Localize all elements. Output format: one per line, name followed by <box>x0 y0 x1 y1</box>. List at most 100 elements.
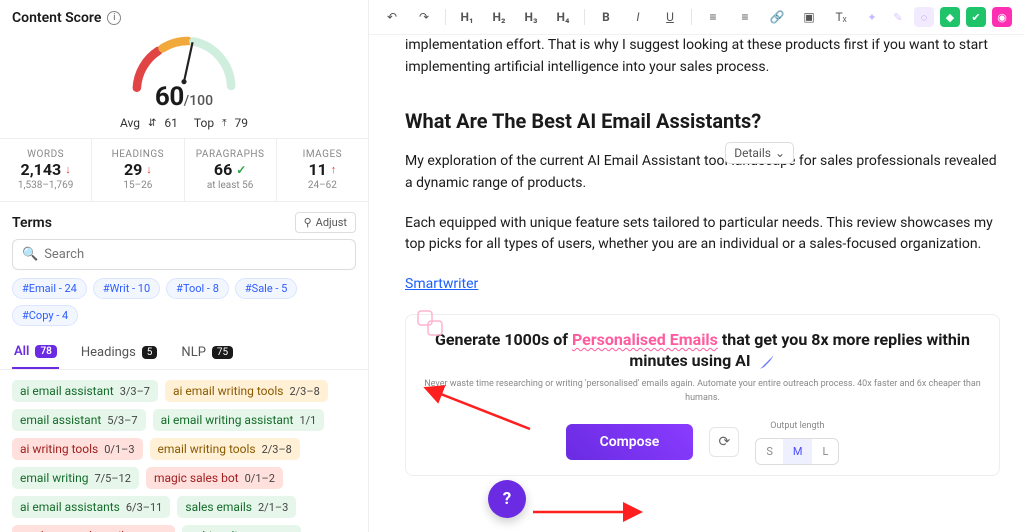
paragraph[interactable]: My exploration of the current AI Email A… <box>405 151 1000 194</box>
term-count: 2/3–8 <box>289 385 319 398</box>
ai-wand-icon[interactable]: ✎ <box>888 7 908 27</box>
ai-diamond-icon[interactable]: ◆ <box>940 7 960 27</box>
top-label: Top <box>194 116 214 130</box>
stat-range: 1,538–1,769 <box>4 180 87 191</box>
stat-cell: WORDS 2,143↓ 1,538–1,769 <box>0 139 92 201</box>
stat-value: 66 <box>214 160 232 179</box>
score-value: 60 <box>155 82 184 112</box>
h2-button[interactable]: H₂ <box>488 6 510 28</box>
decorative-squares-icon <box>416 309 446 339</box>
reload-button[interactable]: ⟳ <box>709 427 739 457</box>
avg-value: 61 <box>164 116 178 130</box>
link-smartwriter[interactable]: Smartwriter <box>405 276 478 292</box>
tab-badge: 78 <box>35 345 56 358</box>
term-chip[interactable]: ai email assistant3/3–7 <box>12 380 158 402</box>
ai-avatar-icon[interactable]: ◉ <box>992 7 1012 27</box>
unordered-list-button[interactable]: ≡ <box>734 6 756 28</box>
term-text: ai email assistants <box>20 500 120 514</box>
term-count: 0/1–3 <box>104 443 134 456</box>
bold-button[interactable]: B <box>595 6 617 28</box>
output-length-label: Output length <box>770 420 824 434</box>
term-text: ai email assistant <box>20 384 114 398</box>
paragraph[interactable]: Each equipped with unique feature sets t… <box>405 213 1000 256</box>
search-input-wrap[interactable]: 🔍 <box>12 239 356 270</box>
ai-sparkle-icon[interactable]: ✦ <box>862 7 882 27</box>
stat-arrow-icon: ↑ <box>331 163 337 176</box>
search-input[interactable] <box>44 247 346 262</box>
clear-format-button[interactable]: Tₓ <box>830 6 852 28</box>
term-count: 1/1 <box>299 414 316 427</box>
h3-button[interactable]: H₃ <box>520 6 542 28</box>
adjust-button[interactable]: ⚲Adjust <box>295 212 356 233</box>
term-chip[interactable]: magic sales bot0/1–2 <box>146 467 283 489</box>
paragraph[interactable]: implementation effort. That is why I sug… <box>405 35 1000 78</box>
ai-circle-icon[interactable]: ◌ <box>914 7 934 27</box>
heading-2[interactable]: What Are The Best AI Email Assistants? <box>405 106 1000 137</box>
filter-pill[interactable]: #Sale - 5 <box>235 278 297 299</box>
filter-pill[interactable]: #Copy - 4 <box>12 305 78 326</box>
term-chip[interactable]: ai email writing assistant 1/1 <box>153 409 325 431</box>
term-text: ai writing tools <box>20 442 98 456</box>
sw-title-highlight: Personalised Emails <box>572 330 718 349</box>
ai-shield-icon[interactable]: ✔ <box>966 7 986 27</box>
h1-button[interactable]: H₁ <box>456 6 478 28</box>
tab-all[interactable]: All78 <box>12 336 59 369</box>
image-button[interactable]: ▣ <box>798 6 820 28</box>
term-text: ai email writing assistant <box>161 413 294 427</box>
redo-button[interactable]: ↷ <box>413 6 435 28</box>
term-chip[interactable]: ai email writing tools2/3–8 <box>165 380 328 402</box>
output-length-seg: S M L <box>755 438 839 465</box>
filter-pill[interactable]: #Email - 24 <box>12 278 87 299</box>
term-chip[interactable]: ready to send emails0/1–3 <box>12 525 175 532</box>
italic-button[interactable]: I <box>627 6 649 28</box>
stat-range: at least 56 <box>189 180 272 191</box>
term-chip[interactable]: subject lines2/2–5 <box>182 525 301 532</box>
compose-button[interactable]: Compose <box>566 424 694 460</box>
underline-button[interactable]: U <box>659 6 681 28</box>
term-chip[interactable]: email writing7/5–12 <box>12 467 139 489</box>
avg-label: Avg <box>120 116 140 130</box>
term-text: email writing <box>20 471 88 485</box>
feather-icon <box>758 353 776 371</box>
stat-range: 15–26 <box>96 180 179 191</box>
stat-value: 11 <box>308 160 326 179</box>
search-icon: 🔍 <box>22 247 38 262</box>
tab-headings[interactable]: Headings5 <box>79 337 160 368</box>
sw-title-1: Generate 1000s of <box>435 330 572 349</box>
term-chip[interactable]: email writing tools2/3–8 <box>150 438 300 460</box>
tab-nlp[interactable]: NLP75 <box>179 337 235 368</box>
editor-content[interactable]: implementation effort. That is why I sug… <box>369 35 1024 532</box>
stat-cell: IMAGES 11↑ 24–62 <box>277 139 368 201</box>
stat-cell: HEADINGS 29↓ 15–26 <box>92 139 184 201</box>
term-chip[interactable]: email assistant5/3–7 <box>12 409 146 431</box>
content-score-title: Content Score <box>12 10 101 26</box>
term-chip[interactable]: ai writing tools 0/1–3 <box>12 438 143 460</box>
help-fab[interactable]: ? <box>488 480 526 518</box>
term-chip[interactable]: sales emails2/1–3 <box>177 496 296 518</box>
term-text: email writing tools <box>158 442 256 456</box>
ordered-list-button[interactable]: ≡ <box>702 6 724 28</box>
info-icon[interactable]: i <box>107 11 121 25</box>
undo-button[interactable]: ↶ <box>381 6 403 28</box>
top-value: 79 <box>235 116 249 130</box>
filter-pill[interactable]: #Writ - 10 <box>93 278 160 299</box>
tab-badge: 5 <box>142 346 158 359</box>
stat-cell: PARAGRAPHS 66✓ at least 56 <box>185 139 277 201</box>
stat-value: 2,143 <box>21 160 62 179</box>
seg-m[interactable]: M <box>783 439 813 464</box>
terms-heading: Terms <box>12 215 52 231</box>
stat-arrow-icon: ✓ <box>236 163 246 177</box>
score-denom: /100 <box>184 93 213 109</box>
link-button[interactable]: 🔗 <box>766 6 788 28</box>
filter-pill[interactable]: #Tool - 8 <box>166 278 229 299</box>
h4-button[interactable]: H₄ <box>552 6 574 28</box>
stat-range: 24–62 <box>281 180 364 191</box>
tab-badge: 75 <box>212 346 233 359</box>
seg-l[interactable]: L <box>812 439 838 464</box>
gauge: 60/100 Avg ⇵ 61 Top ⤒ 79 <box>0 26 368 138</box>
term-count: 0/1–2 <box>245 472 275 485</box>
term-chip[interactable]: ai email assistants6/3–11 <box>12 496 170 518</box>
tabs: All78 Headings5 NLP75 <box>0 336 368 370</box>
seg-s[interactable]: S <box>756 439 783 464</box>
term-text: email assistant <box>20 413 101 427</box>
